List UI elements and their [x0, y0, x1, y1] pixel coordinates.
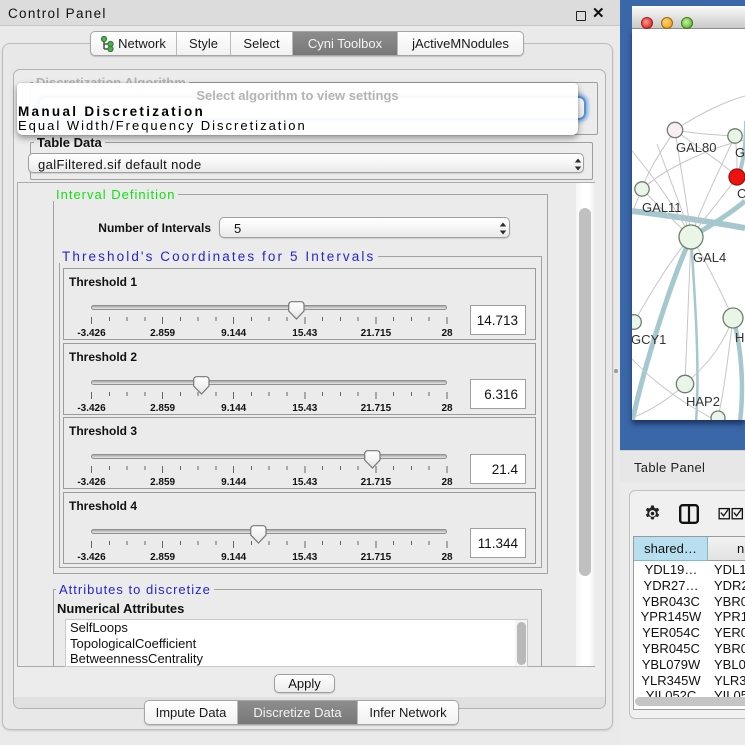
svg-text:GCY1: GCY1 — [632, 332, 666, 347]
svg-text:C: C — [737, 186, 745, 201]
svg-text:GAL11: GAL11 — [642, 200, 682, 215]
svg-text:GA: GA — [735, 145, 745, 160]
svg-text:H: H — [735, 330, 744, 345]
svg-text:GAL80: GAL80 — [676, 140, 716, 155]
svg-text:HAP2: HAP2 — [686, 394, 720, 409]
svg-text:GAL4: GAL4 — [693, 250, 726, 265]
